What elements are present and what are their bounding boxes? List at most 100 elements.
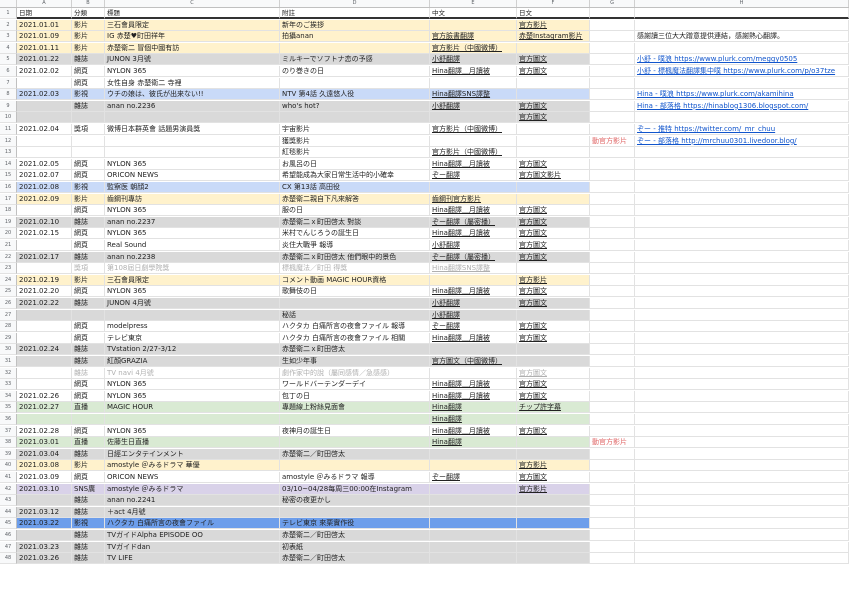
- cell-h[interactable]: [635, 193, 849, 205]
- cell-h[interactable]: [635, 437, 849, 449]
- column-letter-h[interactable]: H: [635, 0, 849, 7]
- row-number[interactable]: 14: [0, 158, 17, 170]
- cell-h[interactable]: [635, 147, 849, 159]
- row-number[interactable]: 39: [0, 448, 17, 460]
- row-number[interactable]: 29: [0, 332, 17, 344]
- select-all-corner[interactable]: [0, 0, 17, 7]
- cell-h[interactable]: [635, 240, 849, 251]
- cell-e[interactable]: Hina翻譯＿月讀被: [430, 205, 517, 217]
- cell-e[interactable]: [430, 77, 517, 89]
- cell-g[interactable]: [590, 240, 635, 251]
- cell-d[interactable]: 專題線上粉絲見面會: [280, 402, 430, 414]
- cell-c[interactable]: NYLON 365: [105, 228, 280, 240]
- cell-e[interactable]: Hina翻譯＿月讀被: [430, 379, 517, 391]
- cell-d[interactable]: ハクタカ 白痛所言の夜會ファイル 相關: [280, 332, 430, 344]
- row-number[interactable]: 21: [0, 240, 17, 251]
- cell-h[interactable]: [635, 541, 849, 553]
- cell-d[interactable]: 赤楚衛二ｘ町田啓太 他們眼中的景色: [280, 251, 430, 263]
- column-letter-f[interactable]: F: [517, 0, 590, 7]
- cell-c[interactable]: amostyle ＠みるドラマ 華優: [105, 460, 280, 472]
- cell-c[interactable]: ウチの娘は、彼氏が出来ない!!: [105, 89, 280, 101]
- cell-c[interactable]: NYLON 365: [105, 205, 280, 217]
- cell-f[interactable]: 官方圖文影片: [517, 170, 590, 182]
- cell-f[interactable]: 官方影片: [517, 460, 590, 472]
- cell-b[interactable]: 雜誌: [72, 553, 105, 565]
- cell-c[interactable]: ORICON NEWS: [105, 472, 280, 483]
- cell-a[interactable]: 2021.02.20: [17, 286, 72, 298]
- cell-h[interactable]: [635, 298, 849, 309]
- cell-f[interactable]: 官方圖文: [517, 472, 590, 483]
- cell-h[interactable]: [635, 402, 849, 414]
- cell-g[interactable]: [590, 100, 635, 112]
- row-number[interactable]: 19: [0, 216, 17, 228]
- cell-f[interactable]: 官方圖文: [517, 240, 590, 251]
- row-number[interactable]: 5: [0, 54, 17, 66]
- row-number[interactable]: 16: [0, 182, 17, 193]
- cell-a[interactable]: [17, 414, 72, 425]
- cell-g[interactable]: [590, 344, 635, 356]
- cell-g[interactable]: [590, 390, 635, 402]
- row-number[interactable]: 23: [0, 263, 17, 275]
- row-number[interactable]: 9: [0, 100, 17, 112]
- cell-b[interactable]: 網頁: [72, 390, 105, 402]
- cell-a[interactable]: 2021.03.04: [17, 448, 72, 460]
- row-number[interactable]: 6: [0, 66, 17, 77]
- row-number[interactable]: 10: [0, 112, 17, 124]
- row-number[interactable]: 28: [0, 321, 17, 333]
- cell-c[interactable]: [105, 147, 280, 159]
- cell-e[interactable]: 官方臉書翻譯: [430, 31, 517, 43]
- cell-h[interactable]: [635, 274, 849, 286]
- cell-d[interactable]: お風呂の日: [280, 158, 430, 170]
- row-number[interactable]: 20: [0, 228, 17, 240]
- cell-c[interactable]: Real Sound: [105, 240, 280, 251]
- cell-b[interactable]: 影片: [72, 42, 105, 54]
- cell-e[interactable]: ぞー翻譯（屬密播）: [430, 251, 517, 263]
- cell-b[interactable]: 網頁: [72, 170, 105, 182]
- cell-e[interactable]: 小舒翻譯: [430, 100, 517, 112]
- cell-g[interactable]: [590, 286, 635, 298]
- cell-e[interactable]: [430, 530, 517, 541]
- header-cell-b[interactable]: 分類: [72, 8, 105, 19]
- cell-b[interactable]: [72, 135, 105, 147]
- cell-h[interactable]: [635, 205, 849, 217]
- cell-f[interactable]: [517, 135, 590, 147]
- cell-a[interactable]: 2021.02.10: [17, 216, 72, 228]
- cell-c[interactable]: TVstation 2/27-3/12: [105, 344, 280, 356]
- cell-b[interactable]: 影片: [72, 193, 105, 205]
- cell-d[interactable]: CX 第13話 高田役: [280, 182, 430, 193]
- row-number[interactable]: 31: [0, 356, 17, 367]
- cell-b[interactable]: 雜誌: [72, 506, 105, 518]
- cell-a[interactable]: [17, 367, 72, 379]
- cell-c[interactable]: 微博日本群英會 話題男演員獎: [105, 124, 280, 135]
- cell-g[interactable]: [590, 205, 635, 217]
- cell-a[interactable]: [17, 205, 72, 217]
- row-number[interactable]: 38: [0, 437, 17, 449]
- cell-d[interactable]: [280, 414, 430, 425]
- cell-b[interactable]: 雜誌: [72, 541, 105, 553]
- cell-f[interactable]: [517, 263, 590, 275]
- cell-c[interactable]: 第108屆日劇學院獎: [105, 263, 280, 275]
- cell-g[interactable]: [590, 263, 635, 275]
- cell-c[interactable]: anan no.2236: [105, 100, 280, 112]
- row-number[interactable]: 8: [0, 89, 17, 101]
- cell-a[interactable]: 2021.02.28: [17, 425, 72, 437]
- cell-a[interactable]: [17, 321, 72, 333]
- cell-g[interactable]: [590, 448, 635, 460]
- cell-b[interactable]: 網頁: [72, 286, 105, 298]
- cell-g[interactable]: [590, 495, 635, 507]
- cell-a[interactable]: [17, 112, 72, 124]
- cell-a[interactable]: 2021.02.22: [17, 298, 72, 309]
- cell-f[interactable]: [517, 77, 590, 89]
- cell-b[interactable]: 網頁: [72, 240, 105, 251]
- cell-c[interactable]: 佐藤生日直播: [105, 437, 280, 449]
- cell-b[interactable]: 影視: [72, 89, 105, 101]
- cell-a[interactable]: [17, 240, 72, 251]
- cell-c[interactable]: テレビ東京: [105, 332, 280, 344]
- cell-f[interactable]: 官方圖文: [517, 390, 590, 402]
- cell-h[interactable]: [635, 506, 849, 518]
- cell-b[interactable]: 雜誌: [72, 251, 105, 263]
- cell-d[interactable]: 03/10~04/28每周三00:00在Instagram: [280, 483, 430, 495]
- cell-g[interactable]: [590, 112, 635, 124]
- cell-e[interactable]: [430, 182, 517, 193]
- cell-e[interactable]: Hina翻譯: [430, 402, 517, 414]
